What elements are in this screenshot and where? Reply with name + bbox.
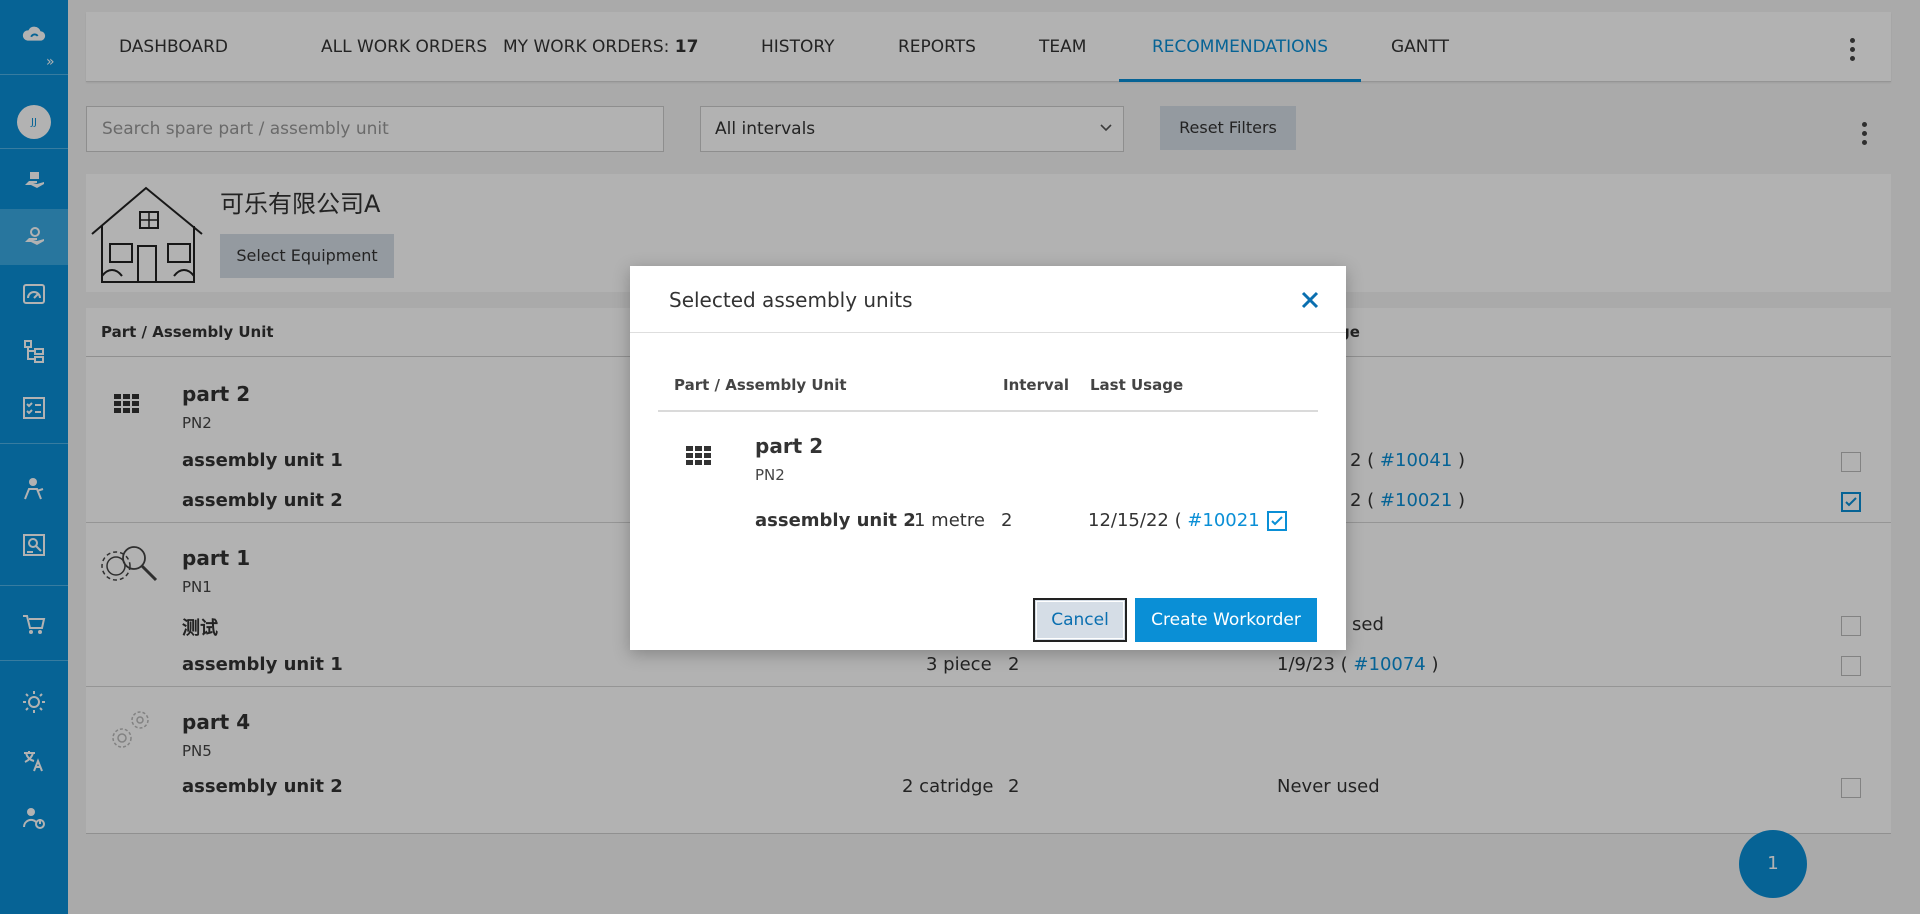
selected-assembly-units-dialog: Selected assembly units Part / Assembly …: [630, 266, 1346, 650]
dialog-interval: 2: [1001, 510, 1013, 531]
dialog-part-number: PN2: [755, 466, 785, 484]
dialog-title: Selected assembly units: [669, 288, 913, 312]
cancel-button[interactable]: Cancel: [1033, 598, 1127, 642]
dialog-header-part: Part / Assembly Unit: [674, 376, 847, 394]
dialog-work-order-link[interactable]: #10021: [1187, 510, 1259, 531]
dialog-last-usage-date: 12/15/22 (: [1088, 510, 1188, 531]
dialog-part-name: part 2: [755, 434, 824, 458]
checkmark-icon: [1271, 516, 1283, 526]
close-icon[interactable]: [1298, 288, 1322, 312]
dialog-quantity: 1 metre: [914, 510, 985, 531]
grid-icon: [686, 446, 711, 465]
dialog-assembly-unit-name: assembly unit 2: [755, 510, 916, 531]
dialog-header-interval: Interval: [1003, 376, 1070, 394]
dialog-select-checkbox[interactable]: [1267, 511, 1287, 531]
create-workorder-button[interactable]: Create Workorder: [1135, 598, 1317, 642]
dialog-header-last-usage: Last Usage: [1090, 376, 1184, 394]
dialog-last-usage: 12/15/22 ( #10021 ): [1088, 510, 1272, 531]
